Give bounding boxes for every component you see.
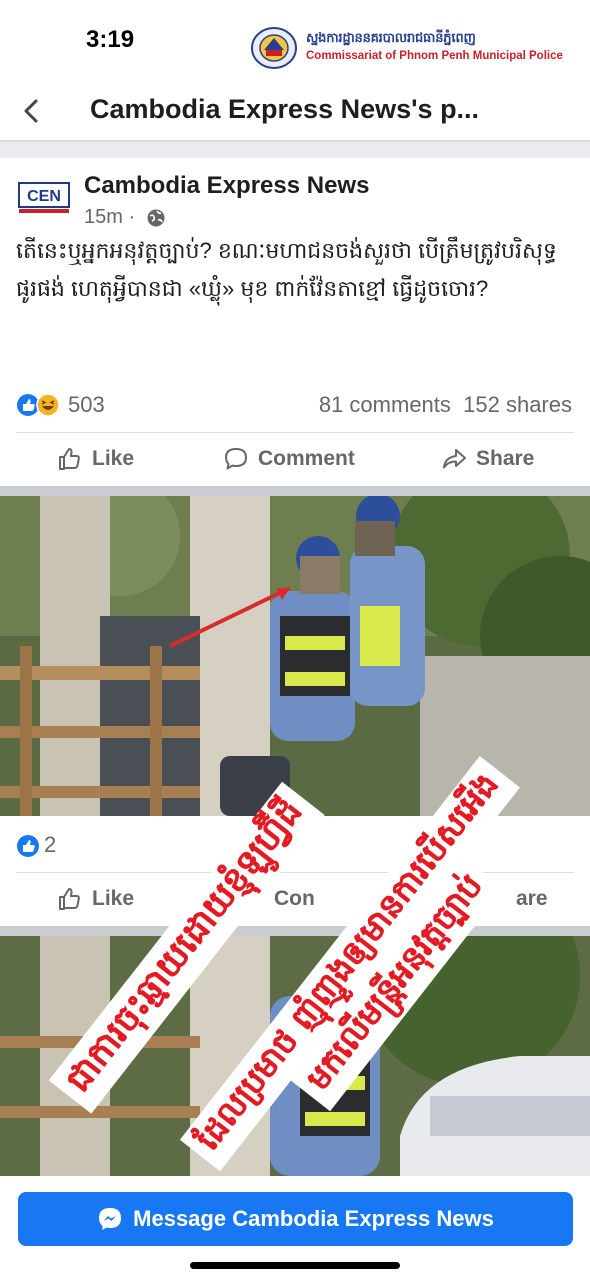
police-watermark: ស្នងការដ្ឋាននគរបាលរាជធានីភ្នំពេញ Commiss… [250, 26, 563, 72]
shared-comment-button[interactable]: Con [274, 883, 315, 915]
post-photo-image [0, 496, 590, 816]
post-photo[interactable] [0, 496, 590, 816]
status-bar: 3:19 ស្នងការដ្ឋាននគរបាលរាជធានីភ្នំពេញ Co… [0, 0, 590, 80]
globe-icon [147, 209, 165, 227]
share-label: Share [476, 447, 535, 470]
comment-icon [225, 448, 247, 470]
shared-share-label: are [516, 887, 548, 910]
shared-share-button[interactable]: are [516, 883, 548, 915]
thumbs-up-icon [59, 448, 80, 470]
post-photo-2[interactable] [0, 936, 590, 1176]
police-seal-icon [251, 27, 297, 69]
divider [0, 142, 590, 158]
shares-count[interactable]: 152 shares [463, 392, 572, 417]
shared-like-button[interactable]: Like [56, 883, 134, 915]
haha-reaction-icon [36, 393, 60, 417]
divider [0, 486, 590, 496]
shared-like-label: Like [92, 887, 135, 910]
comment-button[interactable]: Comment [222, 443, 355, 475]
like-reaction-icon [17, 835, 39, 857]
message-button-label: Message Cambodia Express News [133, 1206, 494, 1231]
reaction-count: 503 [68, 392, 105, 417]
like-label: Like [92, 447, 135, 470]
thumbs-up-icon [59, 888, 80, 910]
post-header: CEN Cambodia Express News 15m · [0, 160, 590, 240]
shared-post-actions: Like Con are [16, 872, 574, 924]
message-page-button[interactable]: Message Cambodia Express News [18, 1192, 573, 1246]
nav-bar: Cambodia Express News's p... [0, 80, 590, 142]
avatar[interactable]: CEN [18, 182, 70, 214]
post-stats: 81 comments 152 shares [319, 392, 572, 418]
messenger-icon [99, 1208, 122, 1230]
shared-comment-label: Con [274, 887, 315, 910]
share-icon [443, 449, 466, 469]
post-text: តើនេះឬអ្នកអនុវត្តច្បាប់? ខណៈមហាជនចង់សួរថ… [16, 238, 557, 301]
post-actions: Like Comment Share [16, 432, 574, 484]
share-button[interactable]: Share [440, 443, 534, 475]
home-indicator[interactable] [190, 1262, 400, 1269]
divider [0, 926, 590, 936]
post-photo-2-image [0, 936, 590, 1176]
watermark-khmer: ស្នងការដ្ឋាននគរបាលរាជធានីភ្នំពេញ [306, 30, 476, 45]
comment-label: Comment [258, 447, 355, 470]
watermark-english: Commissariat of Phnom Penh Municipal Pol… [306, 50, 563, 62]
page-title: Cambodia Express News's p... [90, 94, 480, 124]
comments-count[interactable]: 81 comments [319, 392, 451, 417]
status-time: 3:19 [86, 26, 135, 53]
shared-reaction-count: 2 [44, 832, 57, 857]
page-name[interactable]: Cambodia Express News [84, 172, 369, 200]
post-timestamp[interactable]: 15m · [84, 206, 135, 229]
like-button[interactable]: Like [56, 443, 134, 475]
svg-text:CEN: CEN [27, 188, 61, 205]
chevron-left-icon[interactable] [18, 96, 46, 126]
